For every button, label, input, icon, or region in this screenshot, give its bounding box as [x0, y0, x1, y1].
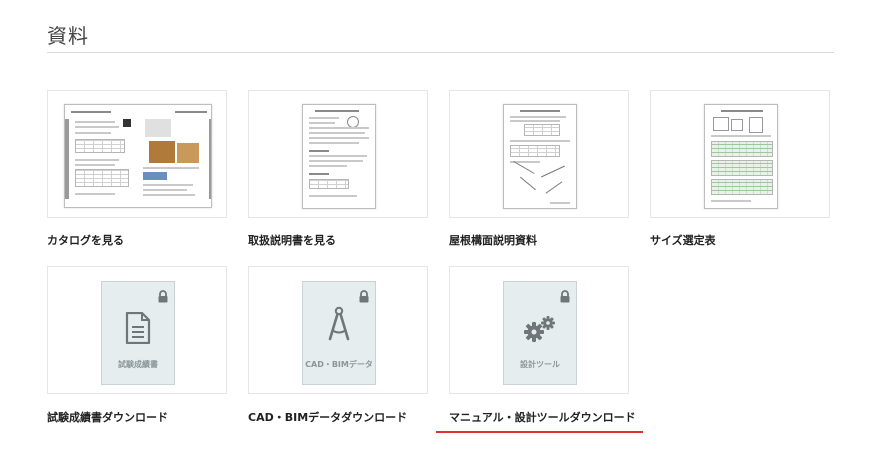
placeholder-caption: 試験成績書	[118, 360, 158, 369]
cad-bim-placeholder: CAD・BIMデータ	[302, 281, 376, 385]
card-roof-label[interactable]: 屋根構面説明資料	[449, 232, 537, 248]
card-design-tool-label[interactable]: マニュアル・設計ツールダウンロード	[449, 409, 636, 425]
lock-icon	[559, 288, 571, 307]
catalog-thumbnail	[64, 104, 212, 208]
card-manual-label[interactable]: 取扱説明書を見る	[248, 232, 336, 248]
title-divider	[47, 52, 834, 53]
test-report-placeholder: 試験成績書	[101, 281, 175, 385]
card-design-tool[interactable]: 設計ツール	[449, 266, 629, 394]
lock-icon	[358, 288, 370, 307]
size-thumbnail	[704, 104, 778, 209]
placeholder-caption: 設計ツール	[520, 360, 560, 369]
manual-thumbnail	[302, 104, 376, 209]
card-catalog[interactable]	[47, 90, 227, 218]
card-cad-bim-label[interactable]: CAD・BIMデータダウンロード	[248, 409, 407, 425]
card-manual[interactable]	[248, 90, 428, 218]
card-size-label[interactable]: サイズ選定表	[650, 232, 716, 248]
roof-thumbnail	[503, 104, 577, 209]
card-test-report[interactable]: 試験成績書	[47, 266, 227, 394]
card-test-report-label[interactable]: 試験成績書ダウンロード	[47, 409, 168, 425]
document-icon	[102, 311, 174, 348]
active-link-underline	[436, 431, 643, 433]
design-tool-placeholder: 設計ツール	[503, 281, 577, 385]
placeholder-caption: CAD・BIMデータ	[305, 360, 373, 369]
card-cad-bim[interactable]: CAD・BIMデータ	[248, 266, 428, 394]
card-catalog-label[interactable]: カタログを見る	[47, 232, 124, 248]
gears-icon	[504, 316, 576, 346]
card-size[interactable]	[650, 90, 830, 218]
lock-icon	[157, 288, 169, 307]
section-title: 資料	[47, 24, 89, 48]
card-roof[interactable]	[449, 90, 629, 218]
drafting-compass-icon	[303, 306, 375, 346]
